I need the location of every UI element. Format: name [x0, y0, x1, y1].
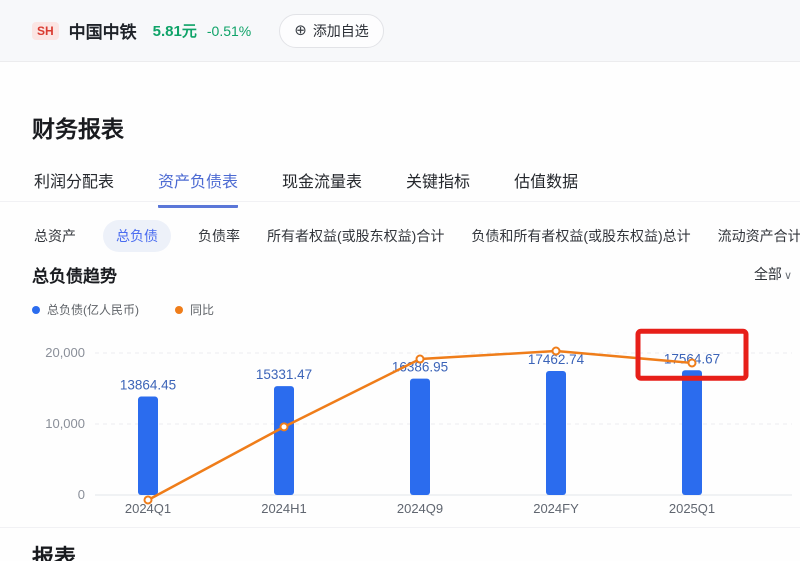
- y-tick-label: 10,000: [45, 416, 85, 431]
- chevron-down-icon: ∨: [784, 269, 792, 282]
- bar-value-label: 13864.45: [120, 378, 176, 393]
- tab-4[interactable]: 关键指标: [406, 168, 470, 208]
- legend-label: 总负债(亿人民币): [47, 301, 139, 318]
- legend-label: 同比: [190, 301, 214, 318]
- legend-item-2[interactable]: 同比: [175, 301, 214, 318]
- bar[interactable]: [138, 397, 158, 495]
- bottom-section-title: 报表: [32, 540, 76, 561]
- chart-legend: 总负债(亿人民币) 同比: [32, 301, 214, 318]
- chart-area: 010,00020,00013864.4515331.4716386.95174…: [0, 325, 800, 525]
- y-tick-label: 0: [78, 487, 85, 502]
- tab-1[interactable]: 利润分配表: [34, 168, 114, 208]
- subtab-2[interactable]: 总负债: [103, 220, 171, 252]
- report-tabs: 利润分配表 资产负债表 现金流量表 关键指标 估值数据: [34, 168, 578, 208]
- trend-chart: 010,00020,00013864.4515331.4716386.95174…: [0, 325, 800, 525]
- x-tick-label: 2024Q1: [125, 501, 171, 516]
- tab-3[interactable]: 现金流量表: [282, 168, 362, 208]
- subtab-1[interactable]: 总资产: [34, 220, 76, 252]
- legend-dot-icon: [32, 306, 40, 314]
- tab-2[interactable]: 资产负债表: [158, 168, 238, 208]
- range-select-dropdown[interactable]: 全部 ∨: [754, 264, 792, 284]
- page: SH 中国中铁 5.81元 -0.51% ⊕ 添加自选 财务报表 利润分配表 资产…: [0, 0, 800, 561]
- add-watchlist-button[interactable]: ⊕ 添加自选: [279, 14, 384, 48]
- bar[interactable]: [410, 379, 430, 495]
- page-title: 财务报表: [32, 110, 124, 144]
- range-select-label: 全部: [754, 264, 782, 284]
- yoy-marker[interactable]: [689, 359, 696, 366]
- bar-value-label: 15331.47: [256, 367, 312, 382]
- legend-dot-icon: [175, 306, 183, 314]
- legend-item-1[interactable]: 总负债(亿人民币): [32, 301, 139, 318]
- subtab-4[interactable]: 所有者权益(或股东权益)合计: [267, 220, 444, 252]
- bar[interactable]: [546, 371, 566, 495]
- subtab-3[interactable]: 负债率: [198, 220, 240, 252]
- bar[interactable]: [274, 386, 294, 495]
- y-tick-label: 20,000: [45, 345, 85, 360]
- tab-5[interactable]: 估值数据: [514, 168, 578, 208]
- subtab-5[interactable]: 负债和所有者权益(或股东权益)总计: [471, 220, 690, 252]
- section-divider: [0, 527, 800, 528]
- metric-subtabs: 总资产总负债负债率所有者权益(或股东权益)合计负债和所有者权益(或股东权益)总计…: [34, 220, 800, 252]
- tabs-divider: [0, 201, 800, 202]
- bar[interactable]: [682, 370, 702, 495]
- x-tick-label: 2024FY: [533, 501, 579, 516]
- x-tick-label: 2024Q9: [397, 501, 443, 516]
- stock-header-bar: SH 中国中铁 5.81元 -0.51% ⊕ 添加自选: [0, 0, 800, 62]
- subtab-6[interactable]: 流动资产合计: [718, 220, 800, 252]
- x-tick-label: 2024H1: [261, 501, 307, 516]
- stock-name: 中国中铁: [69, 18, 137, 43]
- plus-circle-icon: ⊕: [294, 23, 307, 38]
- exchange-badge: SH: [32, 22, 59, 40]
- add-watchlist-label: 添加自选: [313, 21, 369, 41]
- yoy-marker[interactable]: [417, 356, 424, 363]
- yoy-marker[interactable]: [553, 348, 560, 355]
- yoy-marker[interactable]: [281, 423, 288, 430]
- chart-title: 总负债趋势: [32, 262, 117, 287]
- x-tick-label: 2025Q1: [669, 501, 715, 516]
- stock-change: -0.51%: [207, 23, 251, 39]
- stock-price: 5.81元: [153, 20, 197, 41]
